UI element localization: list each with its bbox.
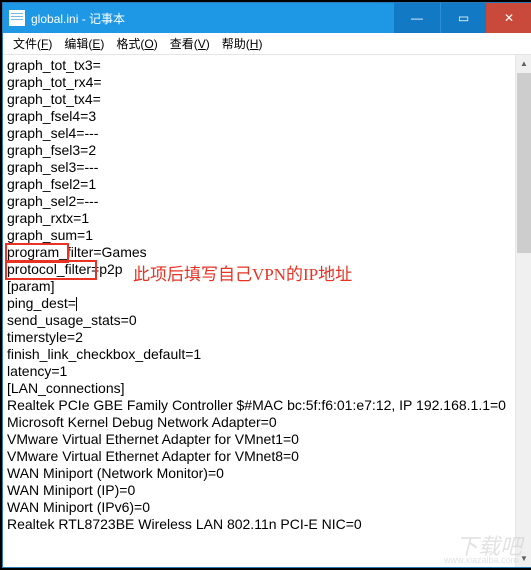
window-title: global.ini - 记事本 bbox=[29, 10, 394, 27]
menu-file[interactable]: 文件(F) bbox=[7, 33, 58, 54]
scroll-thumb[interactable] bbox=[517, 73, 531, 253]
content-area: graph_tot_tx3= graph_tot_rx4= graph_tot_… bbox=[3, 55, 531, 567]
window-controls: — ▭ ✕ bbox=[394, 3, 531, 33]
text-editor[interactable]: graph_tot_tx3= graph_tot_rx4= graph_tot_… bbox=[3, 55, 515, 567]
menu-edit[interactable]: 编辑(E) bbox=[58, 33, 110, 54]
scroll-down-button[interactable]: ▼ bbox=[516, 550, 531, 567]
menu-bar: 文件(F) 编辑(E) 格式(O) 查看(V) 帮助(H) bbox=[3, 33, 531, 55]
menu-help[interactable]: 帮助(H) bbox=[216, 33, 269, 54]
notepad-window: global.ini - 记事本 — ▭ ✕ 文件(F) 编辑(E) 格式(O)… bbox=[2, 2, 531, 568]
title-bar[interactable]: global.ini - 记事本 — ▭ ✕ bbox=[3, 3, 531, 33]
minimize-button[interactable]: — bbox=[394, 3, 440, 33]
notepad-icon bbox=[9, 10, 25, 26]
menu-format[interactable]: 格式(O) bbox=[110, 33, 163, 54]
menu-view[interactable]: 查看(V) bbox=[164, 33, 216, 54]
close-button[interactable]: ✕ bbox=[486, 3, 531, 33]
vertical-scrollbar[interactable]: ▲ ▼ bbox=[515, 55, 531, 567]
maximize-button[interactable]: ▭ bbox=[440, 3, 486, 33]
scroll-up-button[interactable]: ▲ bbox=[516, 55, 531, 72]
